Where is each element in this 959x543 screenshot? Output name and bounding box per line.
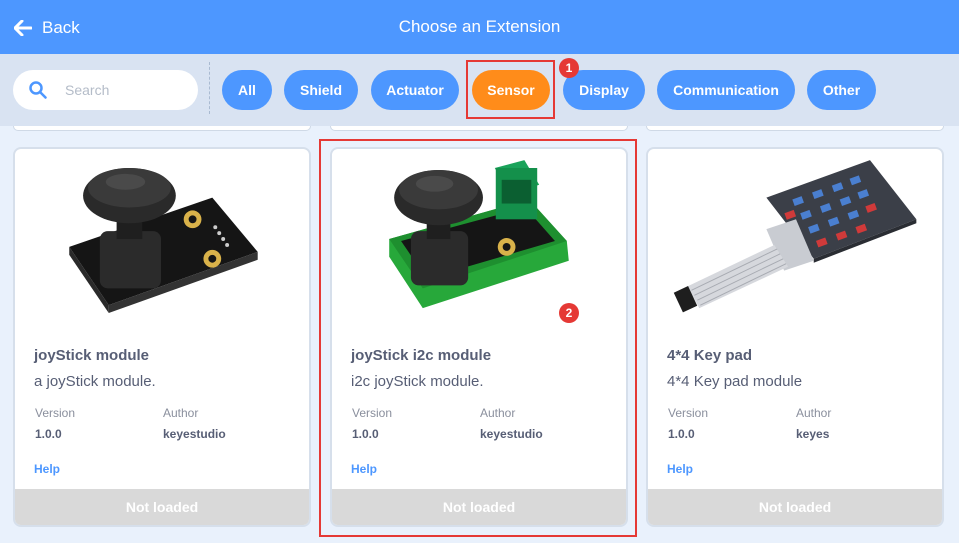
filter-communication[interactable]: Communication (657, 70, 795, 110)
page-title: Choose an Extension (398, 17, 561, 36)
author-value: keyestudio (163, 427, 226, 441)
previous-card-edge (646, 126, 944, 131)
extension-card-joystick[interactable]: joyStick module a joyStick module. Versi… (13, 147, 311, 527)
author-label: Author (163, 406, 199, 420)
load-status: Not loaded (648, 489, 942, 525)
annotation-badge-1: 1 (559, 58, 579, 78)
annotation-box-1 (466, 60, 555, 119)
extension-name: joyStick module (34, 347, 150, 364)
header-bar: Back Choose an Extension (0, 0, 959, 54)
previous-card-edge (330, 126, 628, 131)
filter-all[interactable]: All (222, 70, 272, 110)
previous-card-edge (13, 126, 311, 131)
search-box[interactable]: Search (13, 70, 198, 110)
filter-other[interactable]: Other (807, 70, 876, 110)
annotation-badge-2: 2 (559, 303, 579, 323)
filter-display[interactable]: Display (563, 70, 645, 110)
author-value: keyes (796, 427, 830, 441)
keypad-module-image (673, 160, 917, 313)
help-link[interactable]: Help (34, 462, 60, 476)
filter-actuator[interactable]: Actuator (371, 70, 459, 110)
joystick-module-image (69, 168, 258, 314)
filter-divider (209, 62, 210, 114)
version-label: Version (35, 406, 76, 420)
search-icon (29, 81, 47, 99)
filter-shield[interactable]: Shield (284, 70, 358, 110)
extension-card-keypad[interactable]: 4*4 Key pad 4*4 Key pad module Version A… (646, 147, 944, 527)
annotation-box-2 (319, 139, 637, 537)
version-label: Version (668, 406, 709, 420)
help-link[interactable]: Help (667, 462, 693, 476)
version-value: 1.0.0 (35, 427, 62, 441)
version-value: 1.0.0 (668, 427, 695, 441)
extension-description: a joyStick module. (34, 373, 156, 390)
search-input[interactable]: Search (65, 82, 109, 98)
load-status: Not loaded (15, 489, 309, 525)
extension-description: 4*4 Key pad module (667, 373, 803, 390)
author-label: Author (796, 406, 832, 420)
extension-name: 4*4 Key pad (667, 347, 753, 364)
